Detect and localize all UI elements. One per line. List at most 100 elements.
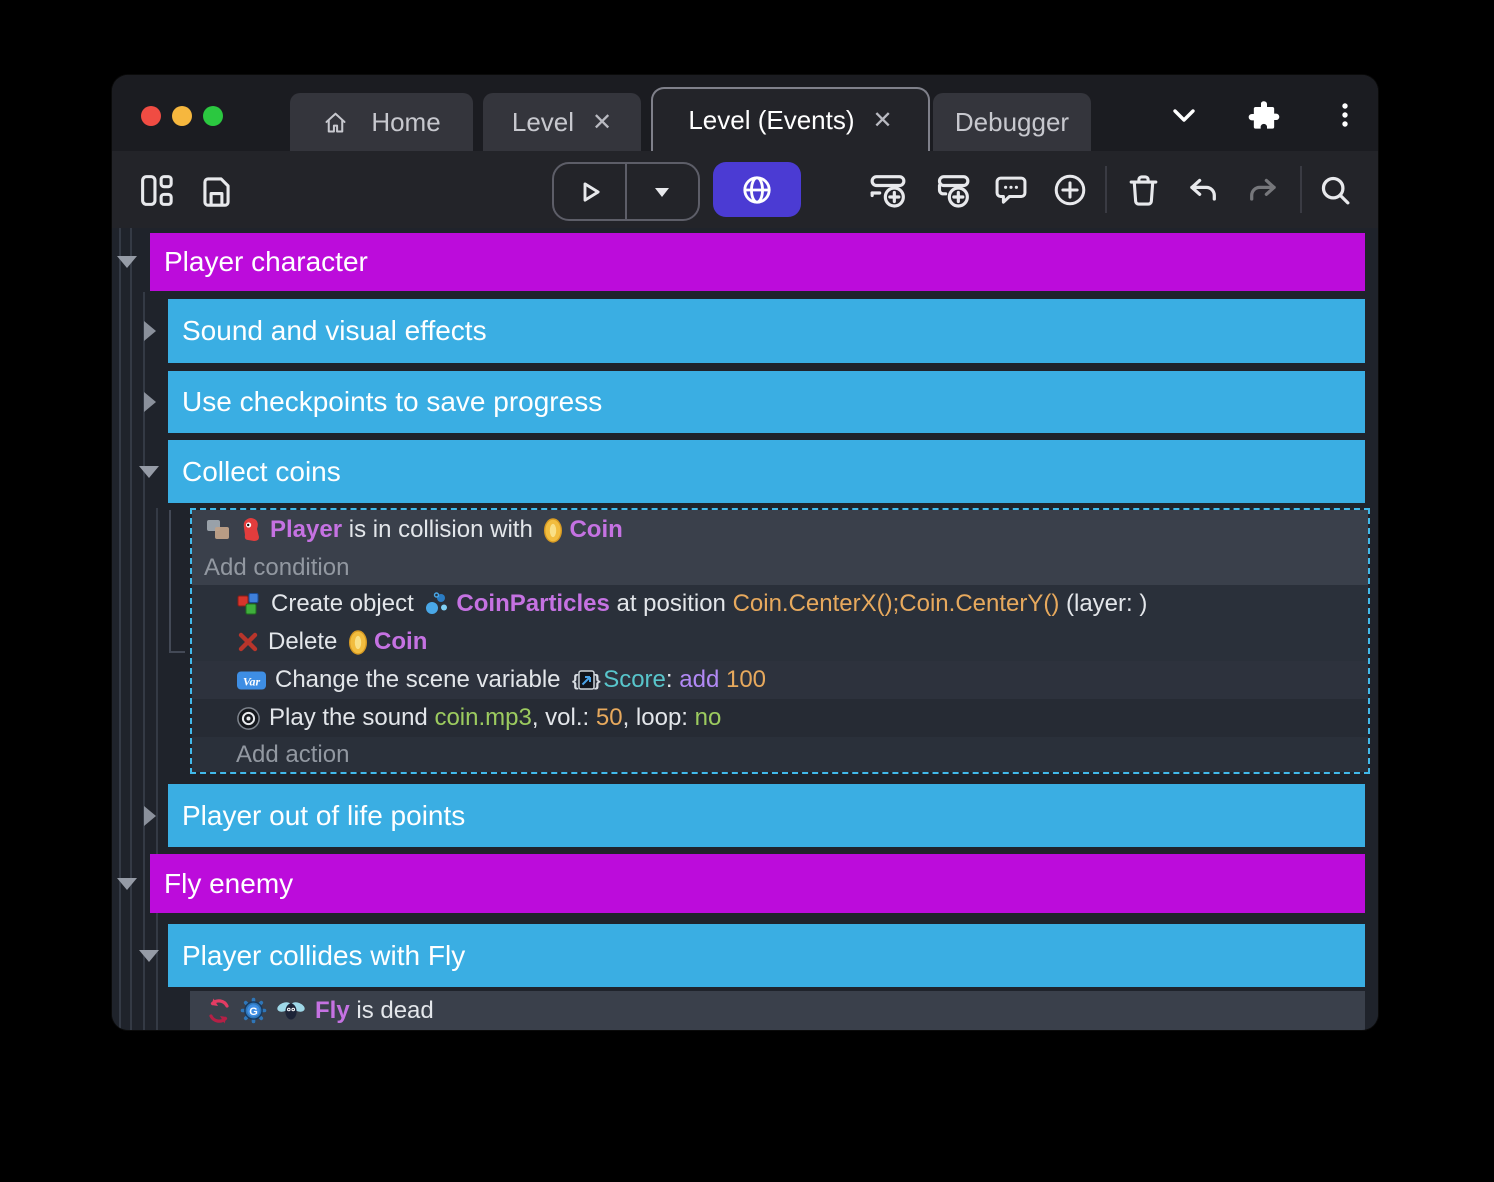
divider xyxy=(1105,166,1107,213)
title-bar: Home Level ✕ Level (Events) ✕ Debugger xyxy=(112,75,1378,151)
toggle-panels-icon[interactable] xyxy=(134,168,178,212)
group-label: Player collides with Fly xyxy=(182,940,465,972)
event-group-sound-effects[interactable]: Sound and visual effects xyxy=(168,299,1365,363)
tab-label: Home xyxy=(371,107,440,138)
choose-and-add-icon[interactable] xyxy=(1048,168,1092,212)
action-row-delete[interactable]: Delete Coin xyxy=(192,623,1368,661)
loop-value: no xyxy=(695,704,722,732)
expand-arrow-icon[interactable] xyxy=(144,806,156,826)
action-row-create-object[interactable]: Create object CoinParticles at position … xyxy=(192,585,1368,623)
event-group-collect-coins[interactable]: Collect coins xyxy=(168,440,1365,503)
preview-button-group xyxy=(552,162,700,221)
close-tab-icon[interactable]: ✕ xyxy=(873,106,893,135)
minimize-window-button[interactable] xyxy=(172,106,192,126)
position-expression: Coin.CenterX();Coin.CenterY() xyxy=(733,590,1060,618)
scene-variable-badge-icon: { } xyxy=(569,667,601,693)
collapse-arrow-icon[interactable] xyxy=(117,878,137,890)
network-preview-button[interactable] xyxy=(713,162,801,217)
volume-value: 50 xyxy=(596,704,623,732)
delete-icon[interactable] xyxy=(1121,168,1165,212)
close-tab-icon[interactable]: ✕ xyxy=(592,108,612,137)
player-object-icon xyxy=(240,516,262,544)
chevron-down-icon[interactable] xyxy=(1164,103,1204,129)
action-row-variable[interactable]: Var Change the scene variable { } Score:… xyxy=(192,661,1368,699)
subevent-connector xyxy=(169,510,171,653)
divider xyxy=(1300,166,1302,213)
group-label: Collect coins xyxy=(182,456,341,488)
svg-text:G: G xyxy=(249,1006,258,1018)
svg-text:Var: Var xyxy=(243,674,261,688)
behavior-icon xyxy=(206,997,232,1025)
redo-icon[interactable] xyxy=(1240,168,1284,212)
action-row-sound[interactable]: Play the sound coin.mp3, vol.: 50, loop:… xyxy=(192,699,1368,737)
sound-file: coin.mp3 xyxy=(434,704,531,732)
coin-object-icon xyxy=(348,629,368,656)
extensions-puzzle-icon[interactable] xyxy=(1244,97,1284,137)
event-group-player-character[interactable]: Player character xyxy=(150,233,1365,291)
variable-name: Score xyxy=(603,666,666,694)
tab-level[interactable]: Level ✕ xyxy=(483,93,641,151)
delete-cross-icon xyxy=(236,630,260,654)
create-object-icon xyxy=(236,591,263,618)
group-label: Fly enemy xyxy=(164,868,293,900)
add-event-icon[interactable] xyxy=(866,168,910,212)
object-name: Player xyxy=(270,516,342,544)
tab-label: Debugger xyxy=(955,107,1069,138)
collapse-arrow-icon[interactable] xyxy=(139,466,159,478)
event-group-checkpoints[interactable]: Use checkpoints to save progress xyxy=(168,371,1365,433)
home-icon xyxy=(322,109,349,136)
tab-level-events[interactable]: Level (Events) ✕ xyxy=(651,87,930,151)
tab-label: Level xyxy=(512,107,574,138)
play-preview-button[interactable] xyxy=(554,164,625,219)
undo-icon[interactable] xyxy=(1181,168,1225,212)
tab-label: Level (Events) xyxy=(688,105,854,136)
search-icon[interactable] xyxy=(1313,168,1357,212)
group-label: Player out of life points xyxy=(182,800,465,832)
app-window: Home Level ✕ Level (Events) ✕ Debugger xyxy=(112,75,1378,1030)
condition-row[interactable]: Player is in collision with Coin xyxy=(192,510,1368,550)
condition-text: is dead xyxy=(350,997,434,1025)
subevent-connector xyxy=(169,651,185,653)
preview-options-dropdown[interactable] xyxy=(627,164,698,219)
tab-debugger[interactable]: Debugger xyxy=(933,93,1091,151)
svg-text:{: { xyxy=(572,671,579,690)
event-group-out-of-life[interactable]: Player out of life points xyxy=(168,784,1365,847)
condition-text: is in collision with xyxy=(342,516,539,544)
add-comment-icon[interactable] xyxy=(989,168,1033,212)
group-label: Sound and visual effects xyxy=(182,315,487,347)
particles-object-icon xyxy=(424,591,450,617)
group-label: Use checkpoints to save progress xyxy=(182,386,602,418)
tab-home[interactable]: Home xyxy=(290,93,473,151)
object-name: Coin xyxy=(569,516,622,544)
add-subevent-icon[interactable] xyxy=(930,168,974,212)
event-group-fly-enemy[interactable]: Fly enemy xyxy=(150,854,1365,913)
group-label: Player character xyxy=(164,246,368,278)
coin-object-icon xyxy=(543,517,563,544)
kebab-menu-icon[interactable] xyxy=(1334,101,1356,131)
collapse-arrow-icon[interactable] xyxy=(117,256,137,268)
zoom-window-button[interactable] xyxy=(203,106,223,126)
condition-row-fly-dead[interactable]: G Fly is dead xyxy=(190,991,1365,1030)
value: 100 xyxy=(719,666,766,694)
svg-text:}: } xyxy=(594,671,601,690)
close-window-button[interactable] xyxy=(141,106,161,126)
indent-guide xyxy=(130,228,132,1030)
variable-icon: Var xyxy=(236,669,267,692)
add-action-button[interactable]: Add action xyxy=(192,737,1368,772)
event-group-fly-collision[interactable]: Player collides with Fly xyxy=(168,924,1365,987)
toolbar xyxy=(112,151,1378,228)
collapse-arrow-icon[interactable] xyxy=(139,950,159,962)
object-name: CoinParticles xyxy=(456,590,609,618)
collision-icon xyxy=(204,517,232,543)
selected-event[interactable]: Player is in collision with Coin Add con… xyxy=(190,508,1370,774)
object-name: Fly xyxy=(315,997,350,1025)
indent-guide xyxy=(119,228,121,1030)
save-icon[interactable] xyxy=(194,168,238,212)
operation-keyword: add xyxy=(679,666,719,694)
expand-arrow-icon[interactable] xyxy=(144,321,156,341)
gdevelop-behavior-gear-icon: G xyxy=(240,997,267,1024)
expand-arrow-icon[interactable] xyxy=(144,392,156,412)
speaker-icon xyxy=(236,706,261,731)
fly-object-icon xyxy=(275,999,307,1023)
add-condition-button[interactable]: Add condition xyxy=(192,550,1368,585)
